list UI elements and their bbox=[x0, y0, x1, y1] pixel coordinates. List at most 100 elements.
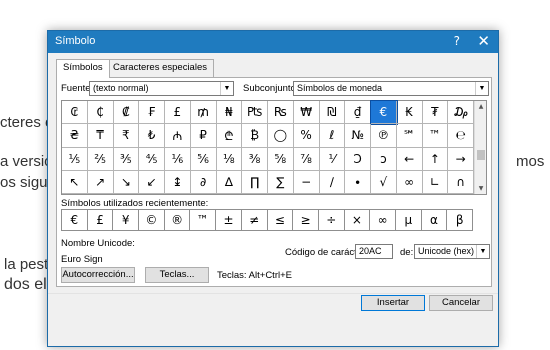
symbol-cell[interactable]: ↄ bbox=[371, 147, 397, 171]
recent-symbol-cell[interactable]: ± bbox=[216, 210, 242, 231]
symbol-cell[interactable]: ™ bbox=[422, 124, 449, 148]
symbol-cell[interactable]: ↗ bbox=[87, 170, 114, 194]
symbol-cell[interactable]: ↨ bbox=[165, 170, 191, 194]
symbol-cell[interactable]: ₿ bbox=[242, 124, 268, 148]
recent-symbol-cell[interactable]: © bbox=[139, 210, 165, 231]
symbol-cell[interactable]: ⅞ bbox=[293, 147, 320, 171]
symbol-cell[interactable]: ₧ bbox=[242, 101, 268, 125]
symbol-cell[interactable]: % bbox=[293, 124, 320, 148]
recent-symbol-cell[interactable]: ∞ bbox=[370, 210, 396, 231]
symbol-cell[interactable]: ₩ bbox=[293, 101, 320, 125]
symbol-cell[interactable]: ₮ bbox=[422, 101, 449, 125]
symbol-cell[interactable]: ℮ bbox=[448, 124, 474, 148]
symbol-cell[interactable]: ← bbox=[396, 147, 423, 171]
tab-special-characters[interactable]: Caracteres especiales bbox=[106, 59, 214, 77]
symbol-cell[interactable]: ₫ bbox=[345, 101, 371, 125]
symbol-cell[interactable]: ∩ bbox=[448, 170, 474, 194]
chevron-down-icon: ▼ bbox=[476, 245, 489, 258]
recent-symbol-cell[interactable]: β bbox=[447, 210, 473, 231]
symbol-cell[interactable]: ₴ bbox=[62, 124, 88, 148]
shortcut-key-button[interactable]: Teclas... bbox=[145, 267, 209, 283]
symbol-cell[interactable]: ∞ bbox=[396, 170, 423, 194]
recent-symbol-cell[interactable]: £ bbox=[87, 210, 114, 231]
symbol-cell[interactable]: ⅕ bbox=[62, 147, 88, 171]
symbol-cell[interactable]: Ↄ bbox=[345, 147, 371, 171]
symbol-cell[interactable]: ₦ bbox=[216, 101, 243, 125]
symbol-cell[interactable]: − bbox=[293, 170, 320, 194]
symbol-cell[interactable]: ₡ bbox=[113, 101, 140, 125]
recent-symbol-cell[interactable]: ™ bbox=[190, 210, 217, 231]
recent-symbol-cell[interactable]: € bbox=[62, 210, 88, 231]
symbol-cell[interactable]: ₨ bbox=[268, 101, 294, 125]
symbol-cell[interactable]: ↘ bbox=[113, 170, 140, 194]
symbol-cell[interactable]: ₣ bbox=[139, 101, 165, 125]
symbol-cell[interactable]: № bbox=[345, 124, 371, 148]
symbol-cell[interactable]: ℠ bbox=[396, 124, 423, 148]
font-select[interactable]: (texto normal) ▼ bbox=[89, 81, 234, 96]
symbol-cell[interactable]: √ bbox=[371, 170, 397, 194]
help-button[interactable]: ? bbox=[454, 34, 460, 48]
symbol-cell[interactable]: ₽ bbox=[190, 124, 217, 148]
symbol-cell[interactable]: ₭ bbox=[396, 101, 423, 125]
charcode-input[interactable]: 20AC bbox=[355, 244, 393, 259]
chevron-down-icon: ▼ bbox=[475, 82, 488, 95]
symbol-cell[interactable]: ∑ bbox=[268, 170, 294, 194]
symbol-cell[interactable]: ℓ bbox=[319, 124, 346, 148]
unicode-name-value: Euro Sign bbox=[61, 254, 103, 265]
recent-symbol-cell[interactable]: α bbox=[421, 210, 448, 231]
symbol-cell[interactable]: ₪ bbox=[319, 101, 346, 125]
symbol-cell[interactable]: ₼ bbox=[165, 124, 191, 148]
symbol-cell[interactable]: ◯ bbox=[268, 124, 294, 148]
symbol-cell[interactable]: ₢ bbox=[62, 101, 88, 125]
symbol-cell[interactable]: ∕ bbox=[319, 170, 346, 194]
symbol-cell[interactable]: ∆ bbox=[216, 170, 243, 194]
symbol-cell[interactable]: ↙ bbox=[139, 170, 165, 194]
symbol-cell[interactable]: ⅗ bbox=[113, 147, 140, 171]
recent-symbol-cell[interactable]: ¥ bbox=[113, 210, 140, 231]
scroll-down-icon[interactable]: ▼ bbox=[475, 183, 487, 194]
symbol-cell[interactable]: ₹ bbox=[113, 124, 140, 148]
tab-symbols[interactable]: Símbolos bbox=[56, 59, 110, 78]
recent-symbol-cell[interactable]: ≤ bbox=[267, 210, 294, 231]
symbol-cell[interactable]: £ bbox=[165, 101, 191, 125]
symbol-cell[interactable]: ↖ bbox=[62, 170, 88, 194]
symbol-cell[interactable]: ⅖ bbox=[87, 147, 114, 171]
scroll-up-icon[interactable]: ▲ bbox=[475, 101, 487, 112]
symbol-cell[interactable]: ∂ bbox=[190, 170, 217, 194]
insert-button[interactable]: Insertar bbox=[361, 295, 425, 311]
scroll-thumb[interactable] bbox=[477, 150, 485, 160]
symbol-cell[interactable]: ℗ bbox=[371, 124, 397, 148]
symbol-cell[interactable]: ₵ bbox=[87, 101, 114, 125]
symbol-cell[interactable]: ↑ bbox=[422, 147, 449, 171]
symbol-dialog: Símbolo ? ✕ Símbolos Caracteres especial… bbox=[47, 30, 499, 347]
symbol-cell[interactable]: ∏ bbox=[242, 170, 268, 194]
recent-symbol-cell[interactable]: ÷ bbox=[318, 210, 345, 231]
symbol-cell[interactable]: ∙ bbox=[345, 170, 371, 194]
close-button[interactable]: ✕ bbox=[477, 32, 490, 50]
symbol-cell[interactable]: ₺ bbox=[139, 124, 165, 148]
subset-select[interactable]: Símbolos de moneda ▼ bbox=[293, 81, 489, 96]
recent-symbol-cell[interactable]: µ bbox=[395, 210, 422, 231]
symbol-cell[interactable]: ⅙ bbox=[165, 147, 191, 171]
symbol-cell[interactable]: ⅟ bbox=[319, 147, 346, 171]
symbol-cell[interactable]: ₾ bbox=[216, 124, 243, 148]
symbol-cell[interactable]: ₯ bbox=[448, 101, 474, 125]
symbol-cell[interactable]: → bbox=[448, 147, 474, 171]
recent-symbol-cell[interactable]: ≥ bbox=[293, 210, 319, 231]
from-select[interactable]: Unicode (hex) ▼ bbox=[414, 244, 490, 259]
recent-symbol-cell[interactable]: ® bbox=[164, 210, 191, 231]
autocorrect-button[interactable]: Autocorrección... bbox=[61, 267, 135, 283]
symbol-cell[interactable]: ⅜ bbox=[242, 147, 268, 171]
symbol-cell[interactable]: ₸ bbox=[87, 124, 114, 148]
symbol-grid-scrollbar[interactable]: ▲ ▼ bbox=[474, 101, 486, 194]
recent-symbol-cell[interactable]: × bbox=[344, 210, 371, 231]
cancel-button[interactable]: Cancelar bbox=[429, 295, 493, 311]
symbol-cell[interactable]: € bbox=[370, 99, 398, 126]
symbol-cell[interactable]: ⅛ bbox=[216, 147, 243, 171]
symbol-cell[interactable]: ₥ bbox=[190, 101, 217, 125]
recent-symbol-cell[interactable]: ≠ bbox=[241, 210, 268, 231]
symbol-cell[interactable]: ∟ bbox=[422, 170, 449, 194]
symbol-cell[interactable]: ⅘ bbox=[139, 147, 165, 171]
symbol-cell[interactable]: ⅚ bbox=[190, 147, 217, 171]
symbol-cell[interactable]: ⅝ bbox=[268, 147, 294, 171]
